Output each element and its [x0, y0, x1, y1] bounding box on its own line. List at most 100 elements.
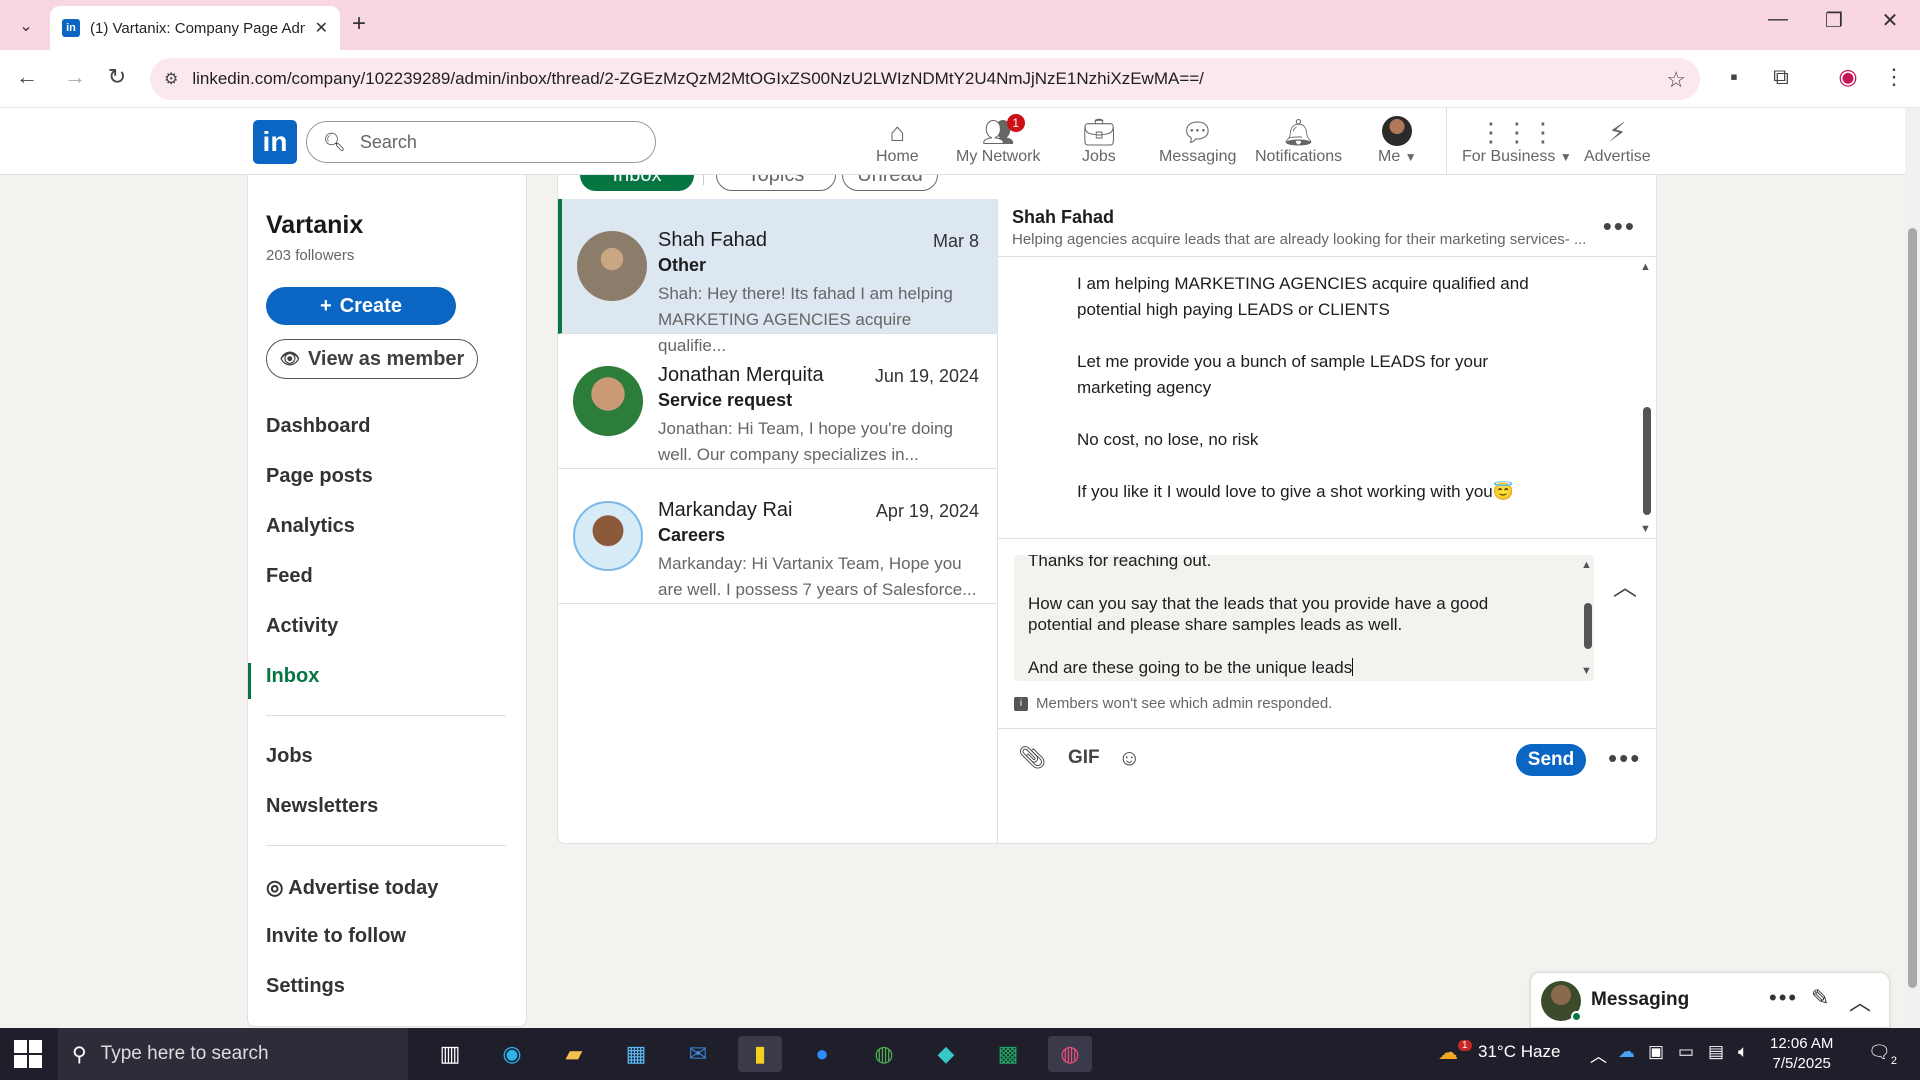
filter-inbox[interactable]: Inbox	[580, 175, 694, 191]
network-icon[interactable]: ▤	[1708, 1042, 1724, 1062]
search-input[interactable]	[359, 131, 620, 153]
sidebar-item-page-posts[interactable]: Page posts	[266, 465, 373, 488]
thread-item[interactable]: Markanday Rai Apr 19, 2024 Careers Marka…	[558, 469, 997, 604]
store-icon[interactable]: ▦	[614, 1036, 658, 1072]
nav-my-network[interactable]: 👥︎ 1 My Network	[956, 114, 1040, 166]
restore-icon[interactable]: ❐	[1814, 8, 1854, 33]
file-explorer-icon[interactable]: ▰	[552, 1036, 596, 1072]
chevron-up-icon[interactable]: ︿	[1590, 1042, 1607, 1067]
gif-button[interactable]: GIF	[1068, 747, 1100, 769]
message-line: Let me provide you a bunch of sample LEA…	[1077, 352, 1489, 371]
nav-me[interactable]: Me ▼	[1378, 116, 1417, 166]
forward-icon[interactable]: →	[60, 64, 90, 90]
nav-home[interactable]: ⌂ Home	[876, 116, 919, 166]
sidebar-item-newsletters[interactable]: Newsletters	[266, 795, 378, 818]
more-options-icon[interactable]: •••	[1603, 211, 1636, 242]
search-box[interactable]: 🔍︎	[306, 121, 656, 163]
browser-tab[interactable]: in (1) Vartanix: Company Page Admin ✕	[50, 6, 340, 50]
sidebar-item-advertise-today[interactable]: ◎ Advertise today	[266, 875, 438, 900]
more-send-options-icon[interactable]: •••	[1608, 743, 1641, 774]
message-scrollbar[interactable]	[1643, 407, 1651, 515]
address-bar-row: ← → ↻ ⚙ linkedin.com/company/102239289/a…	[0, 50, 1920, 108]
chrome-profile-icon[interactable]: ◍	[1048, 1036, 1092, 1072]
extensions-puzzle-icon[interactable]: ⧉	[1765, 64, 1797, 90]
new-tab-icon[interactable]: +	[352, 10, 366, 38]
attach-icon[interactable]: 📎︎	[1018, 745, 1046, 771]
thread-item[interactable]: Jonathan Merquita Jun 19, 2024 Service r…	[558, 334, 997, 469]
toolbar-divider	[998, 728, 1656, 729]
sidebar-item-inbox[interactable]: Inbox	[266, 665, 319, 688]
sidebar-item-jobs[interactable]: Jobs	[266, 745, 313, 768]
weather-icon[interactable]: ☁ 1	[1438, 1040, 1472, 1065]
sidebar-item-settings[interactable]: Settings	[266, 975, 345, 998]
weather-text[interactable]: 31°C Haze	[1478, 1042, 1560, 1062]
thread-date: Mar 8	[932, 231, 979, 251]
compose-scroll-down-icon[interactable]: ▼	[1581, 665, 1592, 677]
linkedin-logo[interactable]: in	[253, 120, 297, 164]
nav-for-business[interactable]: ⋮⋮⋮ For Business ▼	[1462, 116, 1572, 166]
thread-item[interactable]: Shah Fahad Mar 8 Other Shah: Hey there! …	[558, 199, 997, 355]
create-button[interactable]: + Create	[266, 287, 456, 325]
task-view-icon[interactable]: ▥	[428, 1036, 472, 1072]
notification-center-icon[interactable]: 🗨︎2	[1868, 1042, 1897, 1067]
compose-scroll-up-icon[interactable]: ▲	[1581, 559, 1592, 571]
nav-advertise[interactable]: ⚡︎ Advertise	[1584, 116, 1651, 166]
extension-icon[interactable]: ▪	[1718, 64, 1750, 90]
browser-menu-icon[interactable]: ⋮	[1878, 64, 1910, 90]
sticky-notes-icon[interactable]: ▮	[738, 1036, 782, 1072]
emoji-icon[interactable]: ☺	[1118, 745, 1140, 771]
site-info-icon[interactable]: ⚙	[164, 69, 178, 89]
meet-icon[interactable]: ▣	[1648, 1042, 1664, 1062]
sidebar-item-invite-to-follow[interactable]: Invite to follow	[266, 925, 406, 948]
filter-topics[interactable]: Topics	[716, 175, 836, 191]
dock-more-icon[interactable]: •••	[1769, 985, 1798, 1011]
filter-unread[interactable]: Unread	[842, 175, 938, 191]
bookmark-star-icon[interactable]: ☆	[1666, 67, 1686, 93]
chrome-icon[interactable]: ◍	[862, 1036, 906, 1072]
message-composer[interactable]: Thanks for reaching out. How can you say…	[1014, 555, 1594, 681]
expand-composer-icon[interactable]: ︿	[1613, 567, 1637, 602]
close-window-icon[interactable]: ✕	[1870, 8, 1910, 33]
minimize-icon[interactable]: —	[1758, 8, 1798, 31]
tab-search-icon[interactable]: ⌄	[12, 12, 40, 40]
view-as-member-button[interactable]: 👁︎ View as member	[266, 339, 478, 379]
volume-icon[interactable]: 🔈︎	[1738, 1042, 1748, 1062]
send-button[interactable]: Send	[1516, 744, 1586, 776]
sidebar-item-feed[interactable]: Feed	[266, 565, 313, 588]
profile-icon[interactable]: ◉	[1832, 64, 1864, 90]
reload-icon[interactable]: ↻	[102, 64, 132, 90]
thread-snippet: Markanday: Hi Vartanix Team, Hope you ar…	[658, 554, 977, 599]
edge-icon[interactable]: ◉	[490, 1036, 534, 1072]
taskbar-search[interactable]: ⚲ Type here to search	[58, 1028, 408, 1080]
sidebar-item-dashboard[interactable]: Dashboard	[266, 415, 370, 438]
nav-notifications[interactable]: 🔔︎ Notifications	[1255, 116, 1342, 166]
compose-scrollbar[interactable]	[1584, 603, 1592, 649]
scroll-up-icon[interactable]: ▲	[1640, 261, 1651, 273]
clock[interactable]: 12:06 AM 7/5/2025	[1770, 1034, 1833, 1074]
thread-tag: Careers	[658, 525, 726, 545]
app-icon[interactable]: ◆	[924, 1036, 968, 1072]
zoom-icon[interactable]: ●	[800, 1036, 844, 1072]
omnibox[interactable]: ⚙ linkedin.com/company/102239289/admin/i…	[150, 58, 1700, 100]
compose-icon[interactable]: ✎	[1811, 985, 1829, 1011]
scroll-down-icon[interactable]: ▼	[1640, 523, 1651, 535]
onedrive-icon[interactable]: ☁	[1618, 1042, 1635, 1062]
messaging-dock[interactable]: Messaging ••• ✎ ︿	[1530, 972, 1890, 1028]
page-scroll-thumb[interactable]	[1908, 228, 1917, 988]
back-icon[interactable]: ←	[12, 64, 42, 90]
nav-jobs[interactable]: 💼︎ Jobs	[1082, 116, 1116, 166]
conversation-name[interactable]: Shah Fahad	[1012, 207, 1114, 228]
tab-title: (1) Vartanix: Company Page Admin	[90, 19, 305, 37]
battery-icon[interactable]: ▭	[1678, 1042, 1694, 1062]
sidebar-item-activity[interactable]: Activity	[266, 615, 338, 638]
chevron-up-icon[interactable]: ︿	[1849, 985, 1871, 1017]
excel-icon[interactable]: ▩	[986, 1036, 1030, 1072]
followers-count: 203 followers	[266, 247, 355, 264]
windows-start-icon[interactable]	[14, 1040, 42, 1068]
nav-messaging[interactable]: 💬︎ Messaging	[1159, 116, 1236, 166]
company-name[interactable]: Vartanix	[266, 211, 363, 240]
close-tab-icon[interactable]: ✕	[315, 18, 328, 38]
sidebar-item-analytics[interactable]: Analytics	[266, 515, 355, 538]
page-scrollbar[interactable]	[1905, 108, 1920, 1028]
mail-icon[interactable]: ✉	[676, 1036, 720, 1072]
